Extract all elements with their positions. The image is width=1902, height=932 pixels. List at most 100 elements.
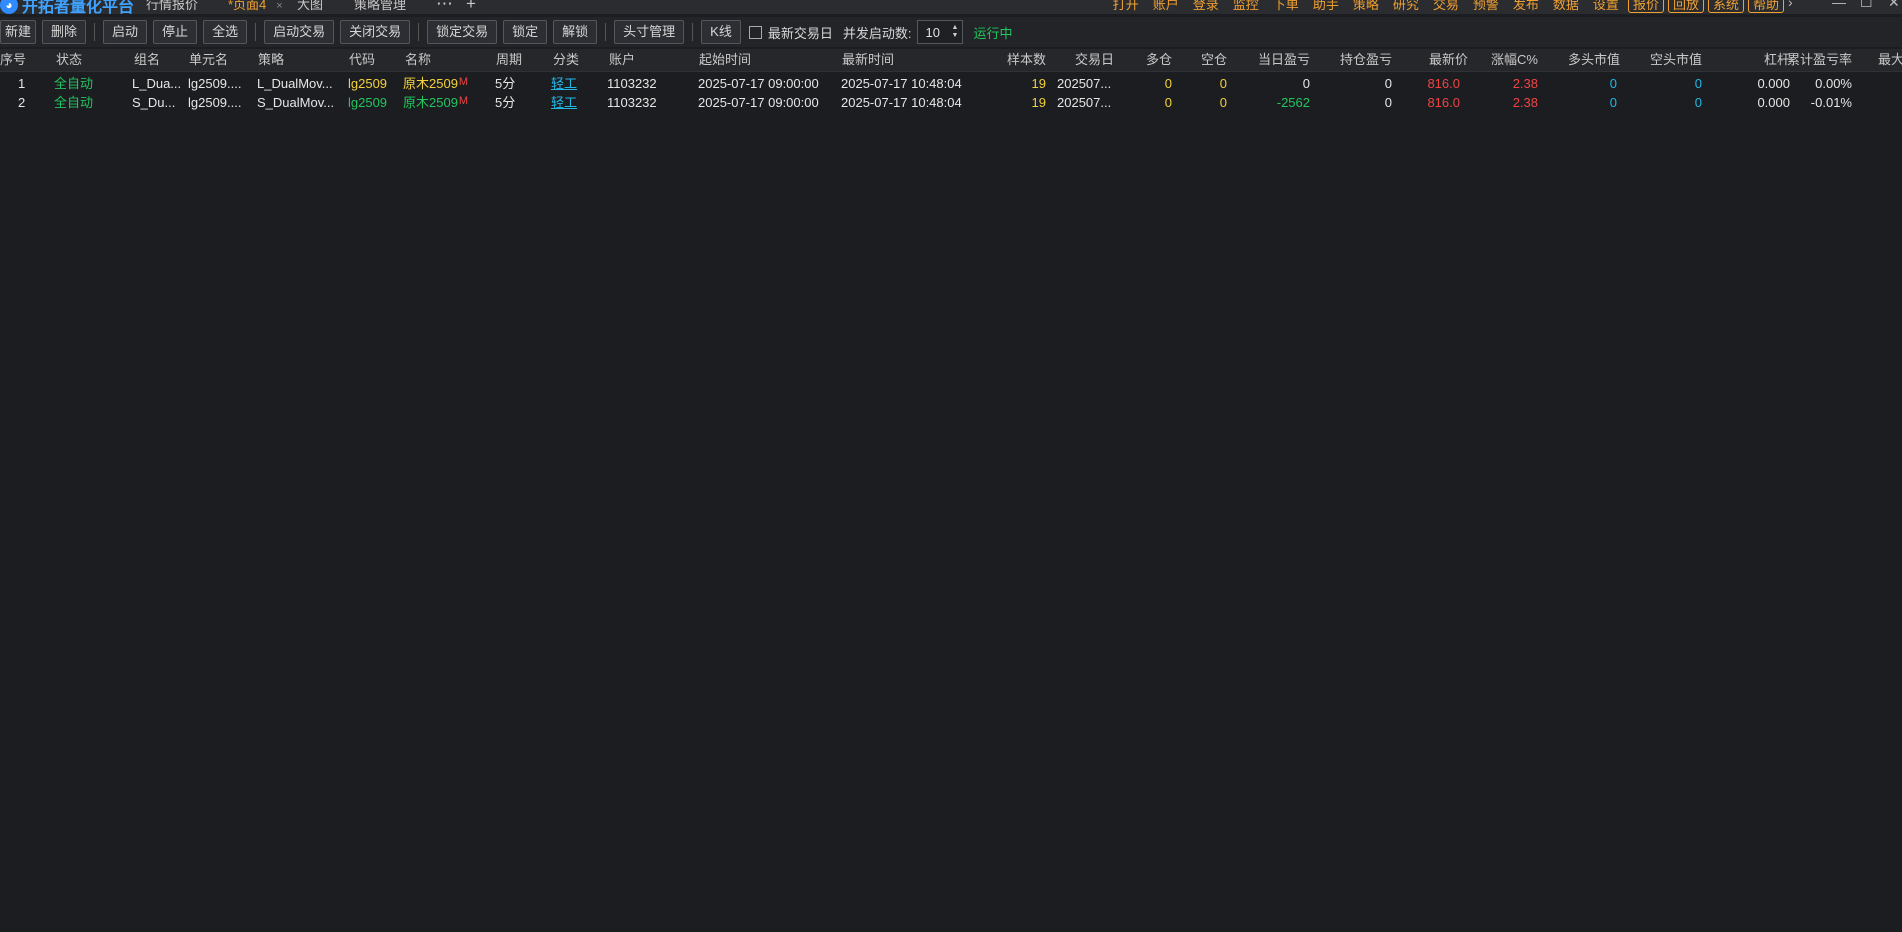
close-icon[interactable]: ✕ bbox=[1888, 0, 1900, 11]
kline-button[interactable]: K线 bbox=[701, 20, 741, 44]
col-latest-time[interactable]: 最新时间 bbox=[842, 49, 894, 71]
app-title: 开拓者量化平台 bbox=[22, 0, 135, 14]
cell-latest-time: 2025-07-17 10:48:04 bbox=[841, 76, 962, 91]
cell-group: S_Du... bbox=[132, 95, 176, 110]
table-row[interactable]: 2 全自动 S_Du... lg2509.... S_DualMov... lg… bbox=[0, 93, 1902, 113]
menu-publish[interactable]: 发布 bbox=[1506, 0, 1546, 14]
cell-short: 0 bbox=[1219, 95, 1227, 110]
stop-button[interactable]: 停止 bbox=[153, 20, 198, 44]
col-group[interactable]: 组名 bbox=[134, 49, 160, 71]
toolbar: 新建 删除 启动 停止 全选 启动交易 关闭交易 锁定交易 锁定 解锁 头寸管理… bbox=[0, 17, 1902, 47]
concurrent-label: 并发启动数: bbox=[842, 25, 912, 41]
col-long[interactable]: 多仓 bbox=[1120, 49, 1172, 71]
col-short[interactable]: 空仓 bbox=[1176, 49, 1227, 71]
menu-quote[interactable]: 报价 bbox=[1627, 0, 1664, 13]
more-tabs-icon[interactable]: ⋯ bbox=[436, 0, 453, 14]
cell-long: 0 bbox=[1164, 76, 1172, 91]
table-row[interactable]: 1 全自动 L_Dua... lg2509.... L_DualMov... l… bbox=[0, 74, 1902, 94]
maximize-icon[interactable]: ☐ bbox=[1860, 0, 1873, 11]
col-strategy[interactable]: 策略 bbox=[258, 49, 284, 71]
cell-strategy: S_DualMov... bbox=[257, 95, 335, 110]
tab-close-icon[interactable]: × bbox=[276, 0, 282, 12]
cell-code[interactable]: lg2509 bbox=[348, 74, 387, 94]
col-unit[interactable]: 单元名 bbox=[189, 49, 228, 71]
col-long-mv[interactable]: 多头市值 bbox=[1540, 49, 1620, 71]
col-status[interactable]: 状态 bbox=[56, 49, 82, 71]
col-max[interactable]: 最大 bbox=[1878, 49, 1902, 71]
col-pos-pnl[interactable]: 持仓盈亏 bbox=[1312, 49, 1392, 71]
unlock-button[interactable]: 解锁 bbox=[553, 20, 598, 44]
position-mgmt-button[interactable]: 头寸管理 bbox=[614, 20, 685, 44]
cell-name[interactable]: 原木2509M bbox=[403, 93, 468, 113]
col-cum-rate[interactable]: 累计盈亏率 bbox=[1770, 49, 1852, 71]
menu-system[interactable]: 系统 bbox=[1707, 0, 1744, 13]
tab-quotes[interactable]: 行情报价 bbox=[146, 0, 198, 14]
col-start-time[interactable]: 起始时间 bbox=[699, 49, 751, 71]
col-period[interactable]: 周期 bbox=[496, 49, 522, 71]
menu-login[interactable]: 登录 bbox=[1186, 0, 1226, 14]
concurrent-stepper[interactable]: 10 ▲ ▼ bbox=[917, 20, 964, 44]
menu-monitor[interactable]: 监控 bbox=[1226, 0, 1266, 14]
cell-chg: 2.38 bbox=[1512, 76, 1538, 91]
start-trade-button[interactable]: 启动交易 bbox=[264, 20, 335, 44]
col-trade-day[interactable]: 交易日 bbox=[1075, 49, 1114, 71]
menu-data[interactable]: 数据 bbox=[1546, 0, 1586, 14]
title-bar: ◕ 开拓者量化平台 行情报价 *页面4 × 大图 策略管理 ⋯ + 打开 账户 登… bbox=[0, 0, 1902, 14]
start-button[interactable]: 启动 bbox=[103, 20, 148, 44]
cell-name-text: 原木2509 bbox=[403, 95, 458, 110]
cell-last-price: 816.0 bbox=[1427, 95, 1460, 110]
stepper-arrows-icon[interactable]: ▲ ▼ bbox=[952, 24, 959, 40]
main-contract-flag: M bbox=[458, 76, 469, 88]
cell-idx: 1 bbox=[18, 76, 26, 91]
menu-settings[interactable]: 设置 bbox=[1586, 0, 1626, 14]
menu-account[interactable]: 账户 bbox=[1146, 0, 1186, 14]
menu-strategy[interactable]: 策略 bbox=[1346, 0, 1386, 14]
col-category[interactable]: 分类 bbox=[553, 49, 579, 71]
tab-big-chart[interactable]: 大图 bbox=[297, 0, 323, 14]
cell-cum-rate: 0.00% bbox=[1815, 76, 1852, 91]
tab-page4[interactable]: *页面4 × bbox=[228, 0, 283, 14]
col-samples[interactable]: 样本数 bbox=[986, 49, 1046, 71]
cell-pos-pnl: 0 bbox=[1384, 76, 1392, 91]
menu-research[interactable]: 研究 bbox=[1386, 0, 1426, 14]
cell-trade-day: 202507... bbox=[1057, 76, 1112, 91]
cell-start-time: 2025-07-17 09:00:00 bbox=[698, 76, 819, 91]
app-logo: ◕ 开拓者量化平台 bbox=[0, 0, 134, 14]
col-name[interactable]: 名称 bbox=[405, 49, 431, 71]
main-contract-flag: M bbox=[458, 95, 469, 107]
close-trade-button[interactable]: 关闭交易 bbox=[340, 20, 411, 44]
delete-button[interactable]: 删除 bbox=[42, 20, 87, 44]
menu-help[interactable]: 帮助 bbox=[1747, 0, 1784, 13]
menu-replay[interactable]: 回放 bbox=[1667, 0, 1704, 13]
lock-button[interactable]: 锁定 bbox=[503, 20, 548, 44]
cell-chg: 2.38 bbox=[1512, 95, 1538, 110]
table-header: 序号 状态 组名 单元名 策略 代码 名称 周期 分类 账户 起始时间 最新时间… bbox=[0, 49, 1902, 72]
col-code[interactable]: 代码 bbox=[349, 49, 375, 71]
col-day-pnl[interactable]: 当日盈亏 bbox=[1230, 49, 1310, 71]
new-button[interactable]: 新建 bbox=[0, 20, 37, 44]
col-idx[interactable]: 序号 bbox=[0, 49, 26, 71]
col-account[interactable]: 账户 bbox=[609, 49, 635, 71]
col-last-price[interactable]: 最新价 bbox=[1400, 49, 1468, 71]
cell-latest-time: 2025-07-17 10:48:04 bbox=[841, 95, 962, 110]
tab-strategy-mgmt[interactable]: 策略管理 bbox=[354, 0, 406, 14]
lock-trade-button[interactable]: 锁定交易 bbox=[427, 20, 498, 44]
menu-order[interactable]: 下单 bbox=[1266, 0, 1306, 14]
cell-period: 5分 bbox=[495, 76, 516, 91]
minimize-icon[interactable]: — bbox=[1832, 0, 1846, 10]
menu-trade[interactable]: 交易 bbox=[1426, 0, 1466, 14]
col-short-mv[interactable]: 空头市值 bbox=[1622, 49, 1702, 71]
menu-assistant[interactable]: 助手 bbox=[1306, 0, 1346, 14]
select-all-button[interactable]: 全选 bbox=[203, 20, 248, 44]
col-chg[interactable]: 涨幅C% bbox=[1470, 49, 1538, 71]
cell-category[interactable]: 轻工 bbox=[551, 93, 577, 113]
add-tab-icon[interactable]: + bbox=[466, 0, 476, 14]
latest-day-checkbox[interactable] bbox=[748, 25, 762, 39]
menu-alert[interactable]: 预警 bbox=[1466, 0, 1506, 14]
cell-name[interactable]: 原木2509M bbox=[403, 74, 468, 94]
cell-category[interactable]: 轻工 bbox=[551, 74, 577, 94]
menu-open[interactable]: 打开 bbox=[1106, 0, 1146, 14]
concurrent-value[interactable]: 10 bbox=[925, 25, 939, 40]
chevron-right-icon[interactable]: › bbox=[1788, 0, 1793, 10]
cell-code[interactable]: lg2509 bbox=[348, 93, 387, 113]
